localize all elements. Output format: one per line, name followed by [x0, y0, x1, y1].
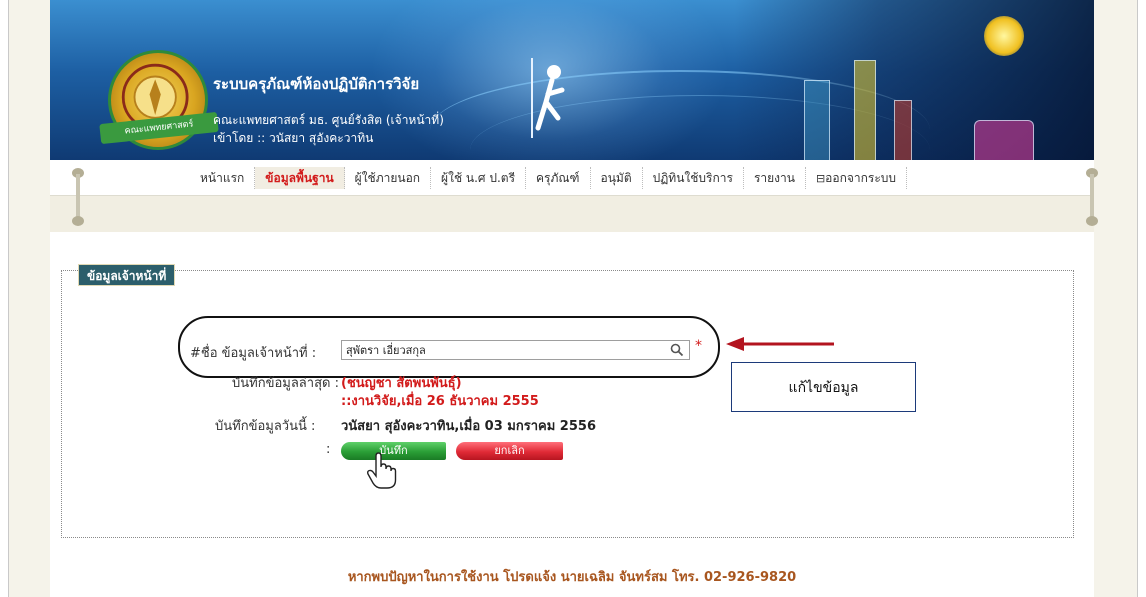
- nav-items: หน้าแรก ข้อมูลพื้นฐาน ผู้ใช้ภายนอก ผู้ใช…: [190, 167, 908, 189]
- content-top-band: [50, 196, 1094, 232]
- flask-light: [984, 16, 1024, 56]
- nav-item-home[interactable]: หน้าแรก: [190, 167, 256, 189]
- header-banner: คณะแพทยศาสตร์ ระบบครุภัณฑ์ห้องปฏิบัติการ…: [50, 0, 1094, 160]
- last-record-detail: ::งานวิจัย,เมื่อ 26 ธันวาคม 2555: [341, 394, 539, 409]
- rail-bar: [1090, 174, 1094, 220]
- test-tube: [854, 60, 876, 160]
- fieldset-legend: ข้อมูลเจ้าหน้าที่: [78, 264, 176, 286]
- nav-item-equipment[interactable]: ครุภัณฑ์: [526, 167, 591, 189]
- logout-label: ออกจากระบบ: [825, 171, 897, 185]
- faculty-text: คณะแพทยศาสตร์ มธ. ศูนย์รังสิต (เจ้าหน้าท…: [213, 113, 444, 127]
- rail-bar: [76, 174, 80, 220]
- beaker: [974, 120, 1034, 160]
- hand-cursor-icon: [367, 452, 397, 489]
- annotation-callout: แก้ไขข้อมูล: [731, 362, 916, 412]
- site-title: ระบบครุภัณฑ์ห้องปฏิบัติการวิจัย: [213, 75, 420, 93]
- rail-knob: [72, 216, 84, 226]
- logged-in-user: เข้าโดย :: วนัสยา สุอังคะวาทิน: [213, 131, 374, 145]
- nav-item-student-users[interactable]: ผู้ใช้ น.ศ ป.ตรี: [431, 167, 527, 189]
- right-scroll-rail: [1083, 166, 1101, 226]
- nav-item-approval[interactable]: อนุมัติ: [591, 167, 643, 189]
- annotation-arrow-icon: [726, 337, 834, 351]
- highlight-oval: [178, 316, 720, 378]
- test-tube: [894, 100, 912, 160]
- footer-contact: หากพบปัญหาในการใช้งาน โปรดแจ้ง นายเฉลิม …: [347, 570, 797, 585]
- buttons-colon: :: [326, 442, 331, 457]
- main-nav: หน้าแรก ข้อมูลพื้นฐาน ผู้ใช้ภายนอก ผู้ใช…: [50, 160, 1094, 196]
- nav-item-logout[interactable]: ⊟ออกจากระบบ: [806, 167, 908, 189]
- left-scroll-rail: [69, 166, 87, 226]
- cancel-button[interactable]: ยกเลิก: [456, 442, 563, 460]
- nav-item-reports[interactable]: รายงาน: [744, 167, 806, 189]
- scientist-figure-icon: [531, 58, 565, 138]
- page: คณะแพทยศาสตร์ ระบบครุภัณฑ์ห้องปฏิบัติการ…: [50, 0, 1094, 597]
- nav-item-basic-data[interactable]: ข้อมูลพื้นฐาน: [255, 167, 345, 189]
- last-record-label: บันทึกข้อมูลล่าสุด :: [232, 376, 339, 391]
- today-record-value: วนัสยา สุอังคะวาทิน,เมื่อ 03 มกราคม 2556: [341, 419, 596, 434]
- banner-lab-image: [734, 0, 1094, 160]
- logout-icon: ⊟: [815, 172, 826, 185]
- today-record-label: บันทึกข้อมูลวันนี้ :: [215, 419, 316, 434]
- rail-knob: [1086, 216, 1098, 226]
- test-tube: [804, 80, 830, 160]
- nav-item-external-users[interactable]: ผู้ใช้ภายนอก: [345, 167, 432, 189]
- staff-fieldset: [61, 270, 1074, 538]
- nav-item-calendar[interactable]: ปฏิทินใช้บริการ: [643, 167, 744, 189]
